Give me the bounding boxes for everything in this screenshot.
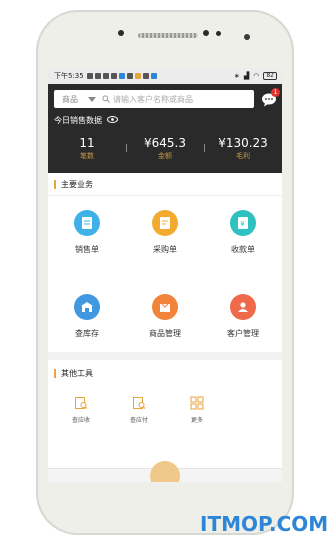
tools-grid: 查应收 查应付 更多 <box>48 384 282 424</box>
status-time: 下午5:35 <box>54 72 84 80</box>
business-item-label: 采购单 <box>153 245 177 254</box>
stat-count: 11 笔数 <box>48 134 126 166</box>
status-bar: 下午5:35 ∗ ▟ ◠ 82 <box>48 68 282 84</box>
sales-stats: 11 笔数 ¥645.3 金额 ¥130.23 毛利 <box>48 134 282 166</box>
payable-icon <box>133 397 146 409</box>
business-item-sales-order[interactable]: 销售单 <box>48 196 126 280</box>
watermark-logo: ITMOP.COM <box>200 512 329 536</box>
chat-notification-icon <box>86 73 93 79</box>
warning-notification-icon <box>134 73 141 79</box>
chevron-down-icon[interactable] <box>88 96 96 102</box>
app-notification-icon <box>118 73 125 79</box>
tool-more[interactable]: 更多 <box>168 384 226 424</box>
app-notification-icon <box>110 73 117 79</box>
section-accent-bar <box>54 368 56 378</box>
stat-profit: ¥130.23 毛利 <box>204 134 282 166</box>
signal-icon: ▟ <box>243 72 250 80</box>
section-title: 其他工具 <box>61 368 93 378</box>
business-item-label: 商品管理 <box>149 329 181 338</box>
search-icon <box>102 95 110 103</box>
other-tools-section: 其他工具 查应收 查应付 更多 <box>48 362 282 462</box>
front-camera <box>203 30 209 36</box>
stat-value: ¥645.3 <box>144 136 186 150</box>
business-item-label: 销售单 <box>75 245 99 254</box>
divider <box>204 144 205 152</box>
system-status: ∗ ▟ ◠ 82 <box>234 72 277 80</box>
business-item-purchase-order[interactable]: 采购单 <box>126 196 204 280</box>
sales-order-icon <box>74 210 100 236</box>
receivable-icon <box>75 397 88 409</box>
divider <box>126 144 127 152</box>
business-item-receipt[interactable]: ¥ 收款单 <box>204 196 282 280</box>
purchase-order-icon <box>152 210 178 236</box>
search-category-select[interactable]: 商品 <box>62 94 78 105</box>
app-screen: 下午5:35 ∗ ▟ ◠ 82 商品 请输入客户名称或商品 1 今日销售数据 1… <box>48 68 282 482</box>
tool-label: 更多 <box>190 417 203 424</box>
eye-icon[interactable] <box>107 116 118 125</box>
tool-label: 查应付 <box>129 417 148 424</box>
gallery-notification-icon <box>94 73 101 79</box>
speaker-grille <box>138 33 198 38</box>
main-business-section: 主要业务 销售单 采购单 ¥ 收款单 查库存 商品管理 客户管理 <box>48 173 282 351</box>
section-accent-bar <box>54 179 56 189</box>
front-sensor <box>118 30 124 36</box>
center-tab-button[interactable] <box>150 461 180 482</box>
section-header: 其他工具 <box>48 362 282 384</box>
stat-label: 毛利 <box>236 152 250 160</box>
svg-text:¥: ¥ <box>240 220 245 228</box>
proximity-sensor <box>216 31 221 36</box>
stat-amount: ¥645.3 金额 <box>126 134 204 166</box>
app-notification-icon <box>150 73 157 79</box>
stat-label: 金额 <box>158 152 172 160</box>
tool-receivable[interactable]: 查应收 <box>52 384 110 424</box>
notification-icons <box>86 73 157 79</box>
search-bar[interactable]: 商品 请输入客户名称或商品 <box>54 90 254 108</box>
business-item-label: 收款单 <box>231 245 255 254</box>
search-input[interactable]: 请输入客户名称或商品 <box>113 94 193 105</box>
tool-label: 查应收 <box>71 417 90 424</box>
stat-value: ¥130.23 <box>218 136 268 150</box>
product-icon <box>152 294 178 320</box>
sales-title-label: 今日销售数据 <box>54 116 102 125</box>
customer-icon <box>230 294 256 320</box>
section-divider <box>48 352 282 360</box>
notification-led <box>244 34 250 40</box>
message-count-badge: 1 <box>271 88 280 97</box>
app-notification-icon <box>142 73 149 79</box>
app-notification-icon <box>126 73 133 79</box>
stat-value: 11 <box>79 136 95 150</box>
wifi-icon: ◠ <box>253 72 260 80</box>
sales-data-title: 今日销售数据 <box>54 115 118 126</box>
business-item-label: 查库存 <box>75 329 99 338</box>
warehouse-icon <box>74 294 100 320</box>
battery-indicator: 82 <box>263 72 277 80</box>
app-notification-icon <box>102 73 109 79</box>
bluetooth-icon: ∗ <box>233 72 240 80</box>
tool-payable[interactable]: 查应付 <box>110 384 168 424</box>
business-item-label: 客户管理 <box>227 329 259 338</box>
grid-icon <box>190 396 204 410</box>
receipt-icon: ¥ <box>230 210 256 236</box>
business-grid: 销售单 采购单 ¥ 收款单 查库存 商品管理 客户管理 <box>48 196 282 364</box>
stat-label: 笔数 <box>80 152 94 160</box>
section-header: 主要业务 <box>48 173 282 196</box>
section-title: 主要业务 <box>61 179 93 189</box>
